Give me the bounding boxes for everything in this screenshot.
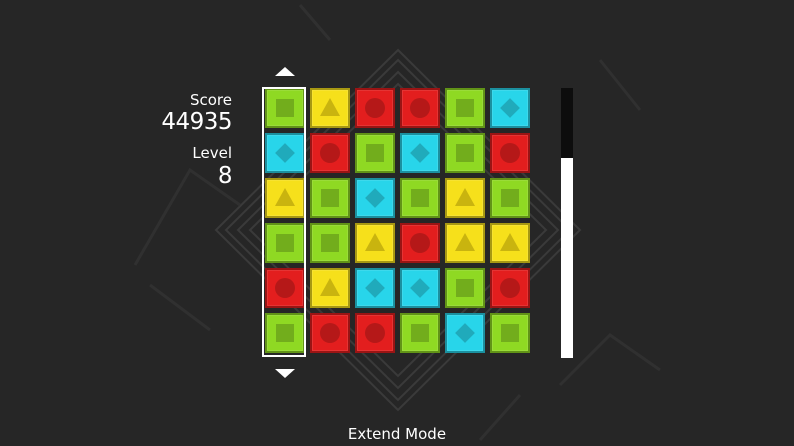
tile-red[interactable] <box>400 223 440 263</box>
square-icon <box>321 189 339 207</box>
tile-green[interactable] <box>445 133 485 173</box>
tile-cyan[interactable] <box>400 268 440 308</box>
scroll-up-arrow-icon[interactable] <box>275 67 295 76</box>
tile-yellow[interactable] <box>310 88 350 128</box>
tile-green[interactable] <box>490 178 530 218</box>
tile-red[interactable] <box>355 313 395 353</box>
game-mode-label: Extend Mode <box>347 425 447 443</box>
level-label: Level <box>192 144 232 162</box>
square-icon <box>321 234 339 252</box>
score-value: 44935 <box>161 109 232 135</box>
triangle-icon <box>455 188 475 206</box>
triangle-icon <box>320 278 340 296</box>
circle-icon <box>500 143 520 163</box>
circle-icon <box>365 323 385 343</box>
column-selector[interactable] <box>262 87 306 357</box>
tile-cyan[interactable] <box>355 178 395 218</box>
tile-red[interactable] <box>490 268 530 308</box>
circle-icon <box>410 233 430 253</box>
tile-cyan[interactable] <box>490 88 530 128</box>
scroll-down-arrow-icon[interactable] <box>275 369 295 378</box>
tile-cyan[interactable] <box>445 313 485 353</box>
triangle-icon <box>365 233 385 251</box>
circle-icon <box>500 278 520 298</box>
square-icon <box>501 189 519 207</box>
diamond-icon <box>365 188 385 208</box>
tile-green[interactable] <box>400 178 440 218</box>
tile-green[interactable] <box>310 178 350 218</box>
tile-yellow[interactable] <box>355 223 395 263</box>
square-icon <box>501 324 519 342</box>
tile-red[interactable] <box>490 133 530 173</box>
tile-cyan[interactable] <box>400 133 440 173</box>
tile-yellow[interactable] <box>445 178 485 218</box>
square-icon <box>366 144 384 162</box>
tile-cyan[interactable] <box>355 268 395 308</box>
tile-red[interactable] <box>355 88 395 128</box>
square-icon <box>456 144 474 162</box>
tile-green[interactable] <box>310 223 350 263</box>
square-icon <box>411 189 429 207</box>
tile-yellow[interactable] <box>310 268 350 308</box>
circle-icon <box>320 323 340 343</box>
diamond-icon <box>410 278 430 298</box>
diamond-icon <box>365 278 385 298</box>
square-icon <box>456 99 474 117</box>
tile-green[interactable] <box>400 313 440 353</box>
triangle-icon <box>500 233 520 251</box>
diamond-icon <box>410 143 430 163</box>
tile-green[interactable] <box>445 88 485 128</box>
square-icon <box>411 324 429 342</box>
circle-icon <box>320 143 340 163</box>
circle-icon <box>410 98 430 118</box>
triangle-icon <box>320 98 340 116</box>
tile-red[interactable] <box>310 133 350 173</box>
tile-red[interactable] <box>400 88 440 128</box>
tile-green[interactable] <box>490 313 530 353</box>
tile-green[interactable] <box>355 133 395 173</box>
tile-yellow[interactable] <box>490 223 530 263</box>
tile-yellow[interactable] <box>445 223 485 263</box>
timer-bar-fill <box>561 158 573 358</box>
diamond-icon <box>455 323 475 343</box>
diamond-icon <box>500 98 520 118</box>
triangle-icon <box>455 233 475 251</box>
level-value: 8 <box>217 163 233 189</box>
tile-red[interactable] <box>310 313 350 353</box>
score-label: Score <box>189 91 232 109</box>
square-icon <box>456 279 474 297</box>
circle-icon <box>365 98 385 118</box>
timer-bar <box>561 88 573 358</box>
tile-green[interactable] <box>445 268 485 308</box>
